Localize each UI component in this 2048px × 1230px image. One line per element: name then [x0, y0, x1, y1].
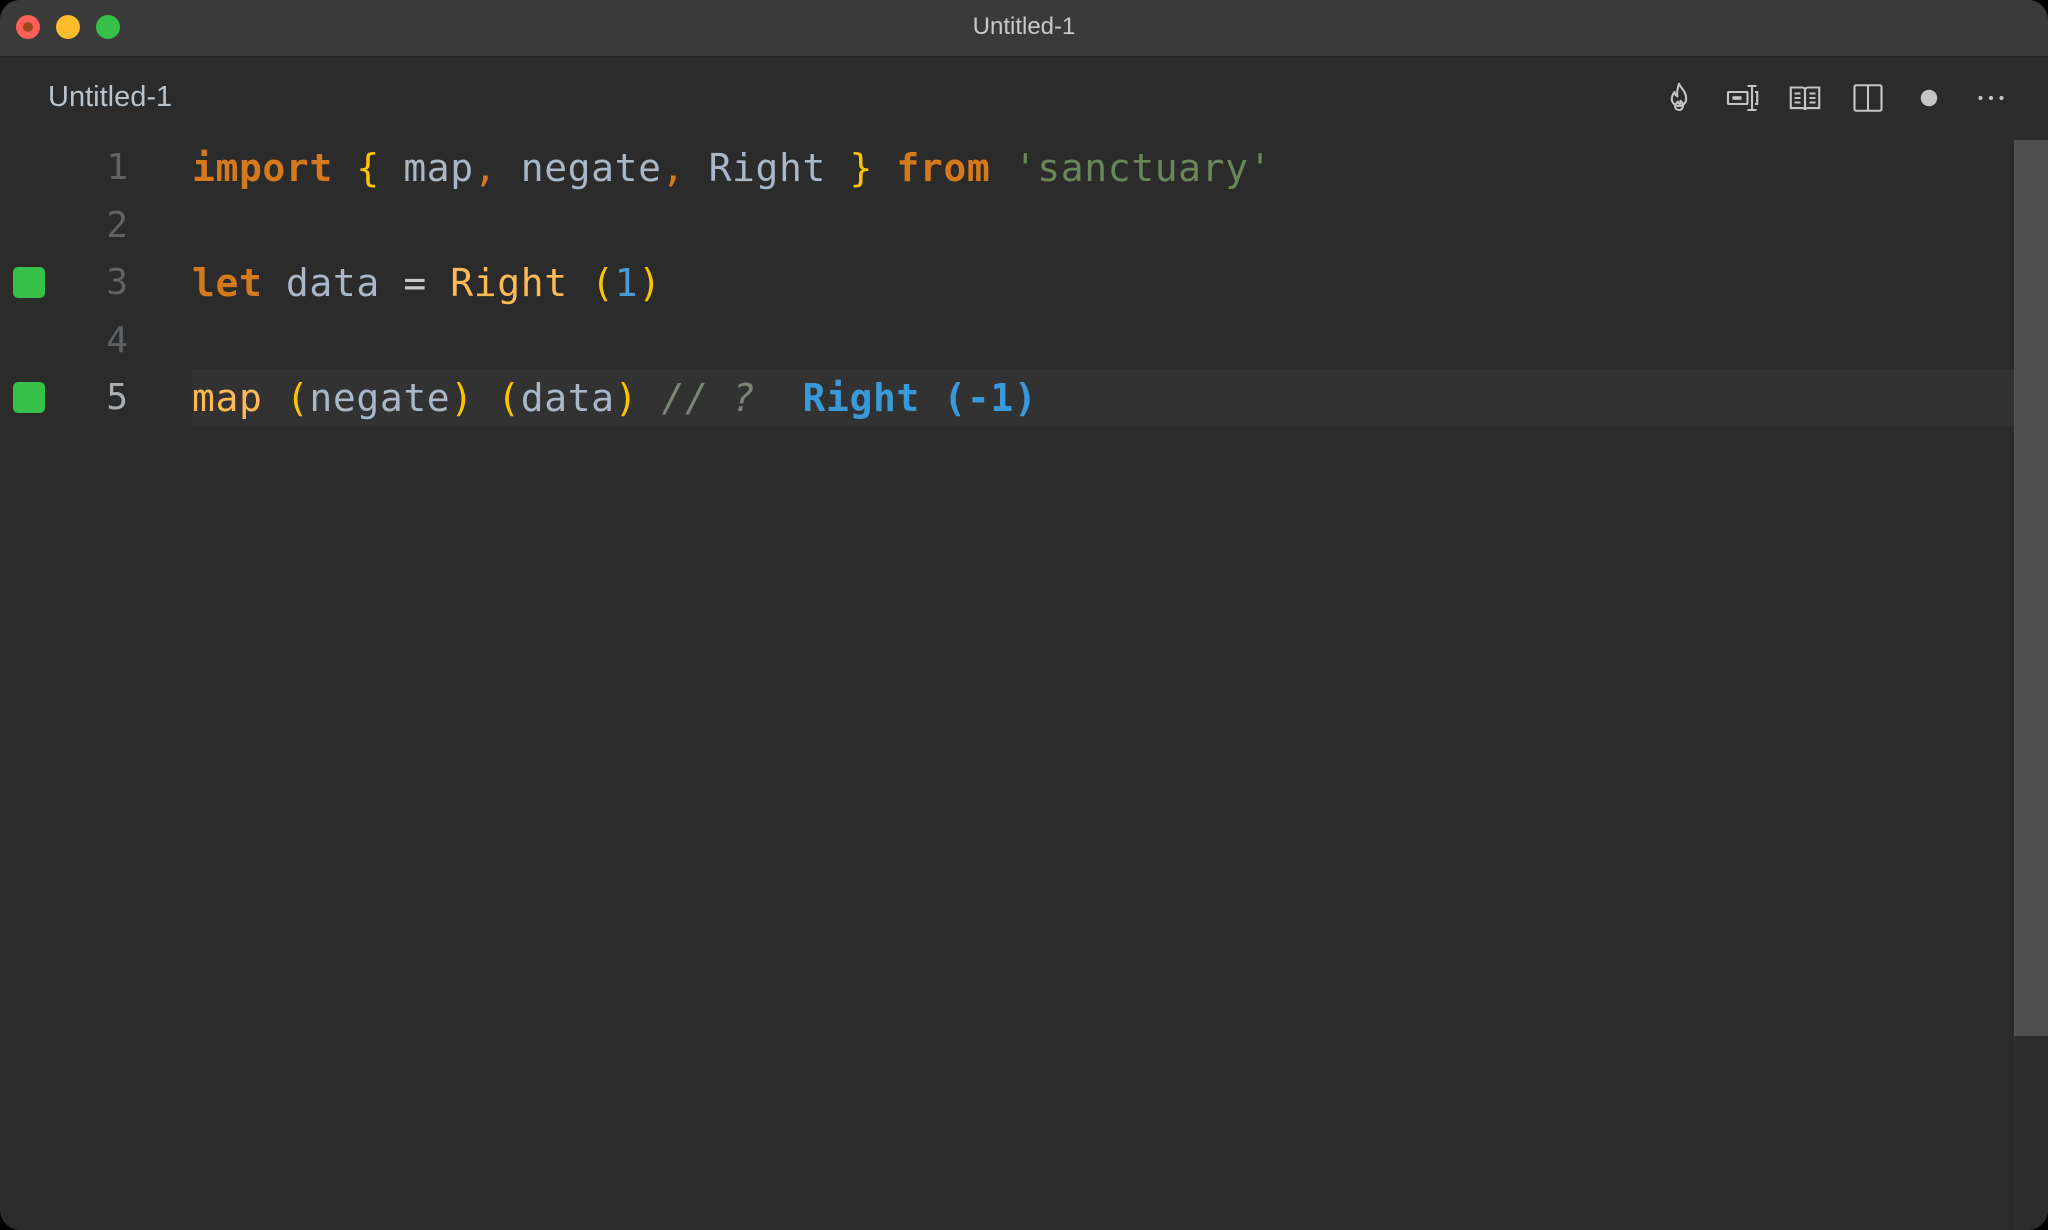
code-token: (: [285, 376, 310, 420]
code-token: negate: [497, 146, 662, 190]
split-editor-button[interactable]: [1847, 77, 1889, 119]
code-token: =: [403, 261, 427, 305]
code-line[interactable]: 1 import { map, negate, Right } from 'san…: [0, 139, 2014, 197]
code-area[interactable]: [192, 312, 2014, 370]
line-number: 3: [106, 262, 128, 303]
unsaved-indicator[interactable]: [1908, 77, 1950, 119]
code-token: }: [849, 146, 873, 190]
book-preview-icon: [1789, 86, 1821, 111]
editor-window: Untitled-1 Untitled-1 1 import {map, ne…: [0, 0, 2048, 1230]
line-number: 4: [106, 319, 128, 361]
code-area[interactable]: import { map, negate, Right } from 'sanc…: [192, 139, 2014, 197]
code-token: Right: [450, 261, 568, 305]
code-token: map: [192, 376, 263, 420]
code-text: import { map, negate, Right } from 'sanc…: [192, 139, 1272, 197]
code-area[interactable]: [192, 197, 2014, 255]
code-token: (: [591, 261, 615, 305]
code-token: Right: [685, 146, 850, 190]
code-text: map (negate) (data) // ? Right (-1): [192, 369, 1037, 427]
coverage-marker-icon: [13, 267, 45, 298]
tab-untitled-1[interactable]: Untitled-1: [48, 81, 172, 114]
vertical-scrollbar-thumb[interactable]: [2014, 140, 2048, 1036]
code-token: 'sanctuary': [1013, 146, 1273, 190]
editor-tab-bar: Untitled-1: [0, 57, 2048, 137]
line-number: 2: [106, 204, 128, 246]
code-token: import: [192, 146, 333, 190]
flame-icon: [1670, 82, 1688, 112]
code-line[interactable]: 3 let data = Right (1): [0, 254, 2014, 312]
code-token: ,: [473, 146, 498, 190]
code-token: ): [638, 261, 662, 305]
inline-result: Right (-1): [802, 376, 1038, 420]
line-number: 1: [106, 147, 128, 188]
code-text: let data = Right (1): [192, 254, 662, 312]
split-editor-icon: [1853, 84, 1883, 112]
code-token: map: [379, 146, 474, 190]
code-token: ): [450, 376, 474, 420]
open-preview-button[interactable]: [1784, 77, 1826, 119]
dirty-dot-icon: [1920, 89, 1938, 107]
code-line[interactable]: 5 map (negate) (data) // ? Right (-1): [0, 369, 2014, 427]
code-token: {: [356, 146, 380, 190]
ellipsis-icon: [1978, 95, 2004, 101]
code-token: data: [520, 376, 615, 420]
code-token: (: [497, 376, 521, 420]
code-token: data: [262, 261, 404, 305]
title-bar: Untitled-1: [0, 0, 2048, 57]
window-title: Untitled-1: [972, 13, 1076, 40]
code-token: ): [614, 376, 639, 420]
line-number: 5: [106, 377, 128, 418]
code-token: 1: [614, 261, 639, 305]
code-editor[interactable]: 1 import { map, negate, Right } from 'san…: [0, 137, 2014, 1230]
quokka-button[interactable]: [1658, 77, 1700, 119]
code-token: // ?: [661, 376, 756, 420]
coverage-marker-icon: [13, 382, 45, 413]
code-area[interactable]: let data = Right (1): [192, 254, 2014, 312]
code-token: let: [192, 261, 263, 305]
code-area[interactable]: map (negate) (data) // ? Right (-1): [192, 369, 2014, 427]
code-token: from: [896, 146, 991, 190]
more-actions-button[interactable]: [1970, 77, 2012, 119]
code-token: negate: [309, 376, 451, 420]
inline-value-icon: [1726, 84, 1759, 112]
code-line[interactable]: 2: [0, 197, 2014, 255]
toggle-value-button[interactable]: [1722, 77, 1764, 119]
code-token: ,: [661, 146, 686, 190]
code-line[interactable]: 4: [0, 312, 2014, 370]
